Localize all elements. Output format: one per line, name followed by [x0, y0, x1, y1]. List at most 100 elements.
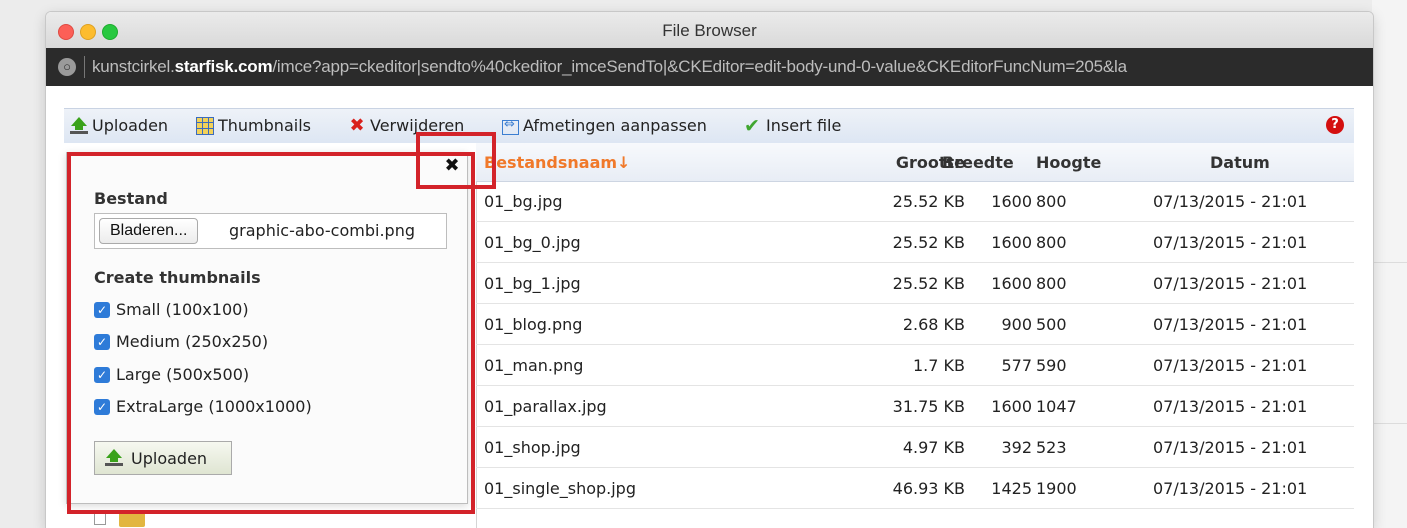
- cell-filename: 01_bg.jpg: [484, 192, 563, 211]
- thumbnail-option-label: Medium (250x250): [116, 332, 269, 351]
- title-bar: File Browser: [46, 12, 1373, 49]
- checkbox-checked-icon[interactable]: ✓: [94, 333, 110, 350]
- url-bar[interactable]: ○ kunstcirkel.starfisk.com/imce?app=cked…: [46, 48, 1373, 86]
- cell-height: 523: [1036, 438, 1067, 457]
- url-path: /imce?app=ckeditor|sendto%40ckeditor_imc…: [272, 57, 1127, 76]
- cell-size: 1.7 KB: [913, 356, 965, 375]
- cell-width: 1600: [991, 397, 1032, 416]
- toolbar-resize-label: Afmetingen aanpassen: [523, 116, 707, 135]
- checkmark-icon: ✔: [744, 114, 760, 137]
- resize-icon: [502, 117, 519, 135]
- create-thumbnails-label: Create thumbnails: [94, 268, 261, 287]
- column-header-date[interactable]: Datum: [1210, 153, 1270, 172]
- cell-filename: 01_blog.png: [484, 315, 583, 334]
- help-icon[interactable]: ?: [1326, 116, 1344, 134]
- table-row[interactable]: 01_parallax.jpg 31.75 KB 1600 1047 07/13…: [476, 386, 1354, 427]
- cell-width: 1600: [991, 233, 1032, 252]
- column-header-height[interactable]: Hoogte: [1036, 153, 1101, 172]
- url-prefix: kunstcirkel.: [92, 57, 175, 76]
- table-row[interactable]: 01_bg_0.jpg 25.52 KB 1600 800 07/13/2015…: [476, 222, 1354, 263]
- cell-width: 1600: [991, 192, 1032, 211]
- toolbar-insert-file-button[interactable]: ✔ Insert file: [744, 116, 841, 135]
- cell-height: 500: [1036, 315, 1067, 334]
- table-row[interactable]: 01_shop.jpg 4.97 KB 392 523 07/13/2015 -…: [476, 427, 1354, 468]
- thumbnail-option-large[interactable]: ✓ Large (500x500): [94, 365, 249, 384]
- delete-x-icon: ✖: [349, 114, 365, 136]
- toolbar-upload-button[interactable]: Uploaden: [70, 116, 168, 135]
- toolbar-thumbnails-button[interactable]: Thumbnails: [196, 116, 311, 135]
- globe-icon: ○: [58, 58, 76, 76]
- table-row[interactable]: 01_bg_1.jpg 25.52 KB 1600 800 07/13/2015…: [476, 263, 1354, 304]
- thumbnails-icon: [196, 116, 214, 135]
- cell-date: 07/13/2015 - 21:01: [1153, 356, 1308, 375]
- cell-height: 800: [1036, 233, 1067, 252]
- cell-filename: 01_bg_0.jpg: [484, 233, 581, 252]
- divider: [84, 56, 85, 78]
- cell-date: 07/13/2015 - 21:01: [1153, 397, 1308, 416]
- cell-width: 1425: [991, 479, 1032, 498]
- thumbnail-option-medium[interactable]: ✓ Medium (250x250): [94, 332, 268, 351]
- file-input[interactable]: Bladeren... graphic-abo-combi.png: [94, 213, 447, 249]
- toolbar-delete-label: Verwijderen: [370, 116, 465, 135]
- thumbnail-option-label: Small (100x100): [116, 300, 249, 319]
- upload-icon: [70, 116, 88, 135]
- cell-date: 07/13/2015 - 21:01: [1153, 479, 1308, 498]
- checkbox-checked-icon[interactable]: ✓: [94, 366, 110, 383]
- thumbnail-option-label: ExtraLarge (1000x1000): [116, 397, 312, 416]
- cell-filename: 01_parallax.jpg: [484, 397, 607, 416]
- selected-file-name: graphic-abo-combi.png: [229, 221, 415, 240]
- cell-size: 25.52 KB: [892, 233, 965, 252]
- table-row[interactable]: 01_bg.jpg 25.52 KB 1600 800 07/13/2015 -…: [476, 181, 1354, 222]
- cell-width: 392: [1001, 438, 1032, 457]
- cell-height: 1047: [1036, 397, 1077, 416]
- table-row[interactable]: 01_man.png 1.7 KB 577 590 07/13/2015 - 2…: [476, 345, 1354, 386]
- cell-width: 577: [1001, 356, 1032, 375]
- cell-filename: 01_single_shop.jpg: [484, 479, 636, 498]
- cell-height: 800: [1036, 274, 1067, 293]
- cell-size: 46.93 KB: [892, 479, 965, 498]
- cell-filename: 01_shop.jpg: [484, 438, 581, 457]
- url-text[interactable]: kunstcirkel.starfisk.com/imce?app=ckedit…: [92, 57, 1127, 77]
- cell-height: 1900: [1036, 479, 1077, 498]
- cell-date: 07/13/2015 - 21:01: [1153, 438, 1308, 457]
- toolbar-delete-button[interactable]: ✖ Verwijderen: [348, 116, 464, 135]
- file-list-header: Bestandsnaam↓ Grootte Breedte Hoogte Dat…: [476, 143, 1354, 182]
- table-row[interactable]: 01_single_shop.jpg 46.93 KB 1425 1900 07…: [476, 468, 1354, 509]
- toolbar-resize-button[interactable]: Afmetingen aanpassen: [502, 116, 707, 135]
- cell-size: 25.52 KB: [892, 274, 965, 293]
- checkbox-checked-icon[interactable]: ✓: [94, 398, 110, 415]
- divider: [1372, 423, 1407, 424]
- column-header-width[interactable]: Breedte: [942, 153, 1014, 172]
- thumbnail-option-label: Large (500x500): [116, 365, 250, 384]
- upload-submit-label: Uploaden: [131, 448, 208, 468]
- background-page-strip: [1372, 0, 1407, 528]
- cell-date: 07/13/2015 - 21:01: [1153, 274, 1308, 293]
- browse-button[interactable]: Bladeren...: [99, 218, 199, 244]
- cell-size: 4.97 KB: [902, 438, 965, 457]
- cell-size: 2.68 KB: [902, 315, 965, 334]
- file-label: Bestand: [94, 189, 168, 208]
- folder-icon: [119, 511, 145, 527]
- cell-filename: 01_man.png: [484, 356, 584, 375]
- checkbox-checked-icon[interactable]: ✓: [94, 301, 110, 318]
- cell-size: 25.52 KB: [892, 192, 965, 211]
- cell-height: 800: [1036, 192, 1067, 211]
- upload-dialog: ✖ Bestand Bladeren... graphic-abo-combi.…: [66, 152, 468, 504]
- cell-filename: 01_bg_1.jpg: [484, 274, 581, 293]
- cell-date: 07/13/2015 - 21:01: [1153, 315, 1308, 334]
- thumbnail-option-small[interactable]: ✓ Small (100x100): [94, 300, 249, 319]
- upload-submit-button[interactable]: Uploaden: [94, 441, 232, 475]
- cell-height: 590: [1036, 356, 1067, 375]
- tree-expand-toggle[interactable]: [94, 513, 106, 525]
- cell-width: 900: [1001, 315, 1032, 334]
- toolbar-insert-file-label: Insert file: [766, 116, 842, 135]
- cell-width: 1600: [991, 274, 1032, 293]
- file-browser-window: File Browser ○ kunstcirkel.starfisk.com/…: [46, 12, 1373, 528]
- upload-icon: [105, 449, 123, 467]
- window-title: File Browser: [662, 21, 757, 40]
- table-row[interactable]: 01_blog.png 2.68 KB 900 500 07/13/2015 -…: [476, 304, 1354, 345]
- close-icon[interactable]: ✖: [443, 157, 461, 175]
- thumbnail-option-extralarge[interactable]: ✓ ExtraLarge (1000x1000): [94, 397, 312, 416]
- file-list: Bestandsnaam↓ Grootte Breedte Hoogte Dat…: [476, 143, 1354, 528]
- column-header-filename[interactable]: Bestandsnaam↓: [484, 153, 630, 172]
